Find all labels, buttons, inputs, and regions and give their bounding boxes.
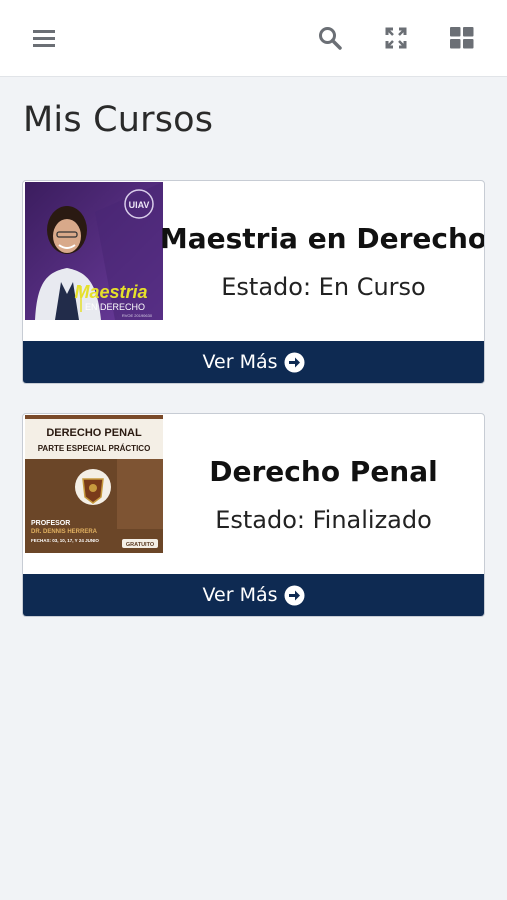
thumb-dates: FECHAS: 03, 10, 17, Y 24 JUNIO: [31, 538, 99, 543]
course-thumbnail[interactable]: UIAV Maestria EN DERECHO RVOE 20190630: [25, 182, 163, 320]
course-card: UIAV Maestria EN DERECHO RVOE 20190630 M…: [22, 180, 485, 384]
arrow-circle-right-icon: [284, 352, 305, 373]
course-thumbnail[interactable]: DERECHO PENAL PARTE ESPECIAL PRÁCTICO PR…: [25, 415, 163, 553]
arrow-circle-right-icon: [284, 585, 305, 606]
course-status: Estado: En Curso: [221, 272, 426, 301]
grid-icon[interactable]: [448, 24, 476, 52]
thumb-subtitle: PARTE ESPECIAL PRÁCTICO: [38, 444, 151, 453]
ver-mas-label: Ver Más: [202, 351, 278, 373]
top-app-bar: [0, 0, 507, 77]
ver-mas-button[interactable]: Ver Más: [23, 341, 484, 383]
search-icon[interactable]: [316, 24, 344, 52]
course-name: Derecho Penal: [209, 454, 438, 488]
menu-icon[interactable]: [30, 24, 58, 52]
thumb-title: DERECHO PENAL: [46, 427, 142, 439]
ver-mas-label: Ver Más: [202, 584, 278, 606]
course-name: Maestria en Derecho: [159, 221, 485, 255]
thumb-badge: GRATUITO: [126, 542, 155, 548]
seal-text: UIAV: [129, 200, 150, 210]
card-body: Derecho Penal Estado: Finalizado: [163, 414, 484, 574]
fullscreen-icon[interactable]: [382, 24, 410, 52]
thumb-script-title: Maestria: [74, 282, 147, 302]
thumb-teacher: DR. DENNIS HERRERA: [31, 529, 98, 535]
card-body: Maestria en Derecho Estado: En Curso: [159, 181, 485, 341]
thumb-label: PROFESOR: [31, 520, 70, 527]
ver-mas-button[interactable]: Ver Más: [23, 574, 484, 616]
course-status: Estado: Finalizado: [215, 505, 432, 534]
thumb-subtitle: EN DERECHO: [85, 302, 145, 312]
thumb-small: RVOE 20190630: [122, 313, 153, 318]
page-title: Mis Cursos: [23, 100, 214, 140]
course-card: DERECHO PENAL PARTE ESPECIAL PRÁCTICO PR…: [22, 413, 485, 617]
